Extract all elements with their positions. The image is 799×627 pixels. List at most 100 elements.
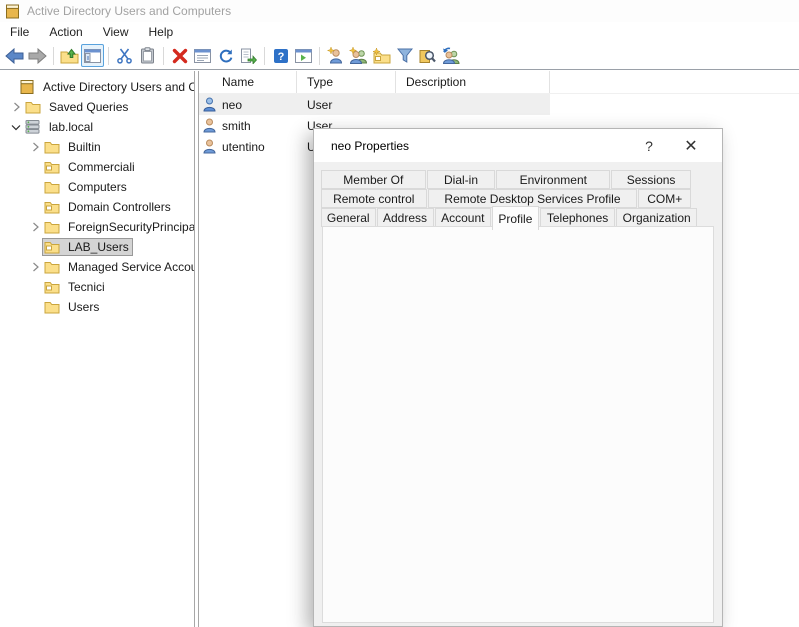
new-user-icon[interactable] <box>324 44 347 67</box>
toolbar: ? <box>0 42 799 70</box>
console-tree-pane: Active Directory Users and Computers Sav… <box>0 71 195 627</box>
dialog-title: neo Properties <box>331 139 636 153</box>
tab-telephones[interactable]: Telephones <box>540 208 616 227</box>
find-icon[interactable] <box>416 44 439 67</box>
ou-folder-icon <box>43 280 60 295</box>
show-console-tree-icon[interactable] <box>81 44 104 67</box>
cell-name: neo <box>222 98 242 112</box>
dialog-close-button[interactable]: ✕ <box>678 136 704 156</box>
ou-folder-icon <box>43 160 60 175</box>
toolbar-separator <box>163 47 164 65</box>
ou-folder-icon <box>43 200 60 215</box>
tree-item-commerciali[interactable]: Commerciali <box>0 157 194 177</box>
user-icon <box>203 97 217 113</box>
list-row-neo[interactable]: neo User <box>199 94 550 115</box>
tree-item-label: Users <box>65 299 102 315</box>
menu-action[interactable]: Action <box>39 23 92 41</box>
app-window: Active Directory Users and Computers Fil… <box>0 0 799 627</box>
tree-item-foreign-security-principals[interactable]: ForeignSecurityPrincipals <box>0 217 194 237</box>
tree-item-domain-controllers[interactable]: Domain Controllers <box>0 197 194 217</box>
forward-icon[interactable] <box>26 44 49 67</box>
toolbar-separator <box>319 47 320 65</box>
tree-item-root[interactable]: Active Directory Users and Computers <box>0 77 194 97</box>
dialog-title-bar: neo Properties ? ✕ <box>314 129 722 162</box>
tree-item-label: Builtin <box>65 139 104 155</box>
menu-view[interactable]: View <box>93 23 139 41</box>
tree-item-builtin[interactable]: Builtin <box>0 137 194 157</box>
tab-remote-control[interactable]: Remote control <box>321 189 427 208</box>
folder-icon <box>43 300 60 315</box>
paste-icon[interactable] <box>136 44 159 67</box>
column-header-name[interactable]: Name <box>199 71 297 93</box>
folder-icon <box>43 140 60 155</box>
add-to-group-icon[interactable] <box>439 44 462 67</box>
chevron-right-icon[interactable] <box>8 99 24 115</box>
tab-account[interactable]: Account <box>435 208 491 227</box>
tab-sessions[interactable]: Sessions <box>611 170 691 189</box>
tab-row-1: Member Of Dial-in Environment Sessions <box>321 170 691 189</box>
user-icon <box>203 118 217 134</box>
tab-member-of[interactable]: Member Of <box>321 170 426 189</box>
tree-item-label: Managed Service Accounts <box>65 259 195 275</box>
tab-dial-in[interactable]: Dial-in <box>427 170 496 189</box>
toolbar-separator <box>53 47 54 65</box>
folder-icon <box>24 100 41 115</box>
cell-name: smith <box>222 119 251 133</box>
domain-icon <box>24 120 41 135</box>
properties-list-icon[interactable] <box>191 44 214 67</box>
menu-help[interactable]: Help <box>139 23 184 41</box>
chevron-placeholder <box>2 79 18 95</box>
dialog-help-button[interactable]: ? <box>636 138 662 154</box>
back-icon[interactable] <box>3 44 26 67</box>
new-organizational-unit-icon[interactable] <box>370 44 393 67</box>
chevron-right-icon[interactable] <box>27 259 43 275</box>
up-one-level-icon[interactable] <box>58 44 81 67</box>
cell-type: User <box>297 94 396 115</box>
tab-address[interactable]: Address <box>377 208 434 227</box>
tree-item-saved-queries[interactable]: Saved Queries <box>0 97 194 117</box>
column-header-type[interactable]: Type <box>297 71 396 93</box>
help-icon[interactable]: ? <box>269 44 292 67</box>
title-bar: Active Directory Users and Computers <box>0 0 799 22</box>
tab-general[interactable]: General <box>321 208 376 227</box>
chevron-right-icon[interactable] <box>27 219 43 235</box>
tab-row-3: General Address Account Profile Telephon… <box>321 208 697 227</box>
new-group-icon[interactable] <box>347 44 370 67</box>
tab-com-plus[interactable]: COM+ <box>638 189 691 208</box>
tree-item-label: lab.local <box>46 119 96 135</box>
list-header: Name Type Description <box>199 71 799 94</box>
window-title: Active Directory Users and Computers <box>27 4 231 18</box>
console-root-icon <box>18 80 35 95</box>
tree-item-label: Computers <box>65 179 130 195</box>
tab-profile[interactable]: Profile <box>492 206 539 230</box>
export-list-icon[interactable] <box>237 44 260 67</box>
tree-item-label: Active Directory Users and Computers <box>40 79 195 95</box>
menu-file[interactable]: File <box>0 23 39 41</box>
chevron-down-icon[interactable] <box>8 119 24 135</box>
tree-item-label: Domain Controllers <box>65 199 174 215</box>
toolbar-separator <box>264 47 265 65</box>
tree-item-lab-users[interactable]: LAB_Users <box>0 237 194 257</box>
svg-text:?: ? <box>277 51 284 63</box>
tree-item-managed-service-accounts[interactable]: Managed Service Accounts <box>0 257 194 277</box>
tree-item-users[interactable]: Users <box>0 297 194 317</box>
tab-organization[interactable]: Organization <box>616 208 697 227</box>
filter-icon[interactable] <box>393 44 416 67</box>
tree-item-label: LAB_Users <box>65 239 132 255</box>
tree-item-lab-local[interactable]: lab.local <box>0 117 194 137</box>
tab-environment[interactable]: Environment <box>496 170 610 189</box>
menu-bar: File Action View Help <box>0 22 799 42</box>
tree-item-label: Commerciali <box>65 159 138 175</box>
tree-item-tecnici[interactable]: Tecnici <box>0 277 194 297</box>
cut-icon[interactable] <box>113 44 136 67</box>
folder-icon <box>43 180 60 195</box>
delete-icon[interactable] <box>168 44 191 67</box>
column-header-description[interactable]: Description <box>396 71 550 93</box>
tree-item-computers[interactable]: Computers <box>0 177 194 197</box>
ou-folder-icon <box>43 240 60 255</box>
console-window-icon[interactable] <box>292 44 315 67</box>
tree-item-label: Saved Queries <box>46 99 131 115</box>
toolbar-separator <box>108 47 109 65</box>
chevron-right-icon[interactable] <box>27 139 43 155</box>
refresh-icon[interactable] <box>214 44 237 67</box>
